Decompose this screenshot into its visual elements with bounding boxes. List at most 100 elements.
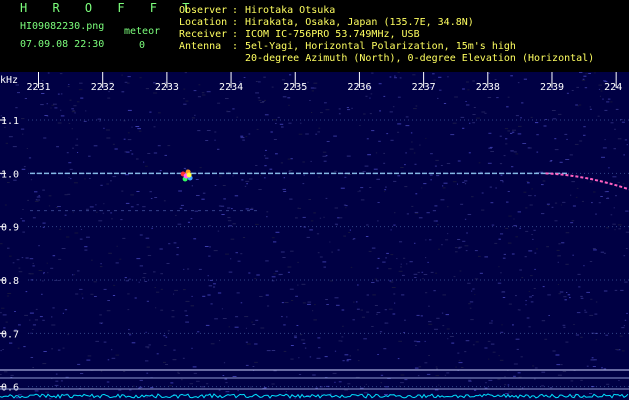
noise-pixel: [578, 104, 582, 106]
noise-pixel: [52, 255, 56, 257]
noise-pixel: [185, 315, 189, 317]
noise-pixel: [214, 139, 216, 141]
noise-pixel: [454, 96, 458, 98]
noise-pixel: [34, 191, 38, 193]
noise-pixel: [498, 266, 500, 268]
noise-pixel: [209, 246, 211, 248]
noise-pixel: [86, 208, 89, 210]
noise-pixel: [541, 320, 546, 322]
noise-pixel: [144, 281, 148, 282]
noise-pixel: [625, 248, 628, 249]
noise-pixel: [488, 379, 493, 381]
noise-pixel: [390, 281, 394, 283]
noise-pixel: [542, 286, 545, 288]
noise-pixel: [206, 91, 211, 93]
noise-pixel: [282, 96, 287, 98]
noise-pixel: [307, 301, 312, 303]
noise-pixel: [12, 262, 15, 264]
noise-pixel: [356, 308, 360, 310]
noise-pixel: [190, 305, 194, 307]
noise-pixel: [266, 350, 271, 352]
noise-pixel: [615, 195, 617, 197]
noise-pixel: [95, 340, 99, 342]
noise-pixel: [57, 122, 62, 124]
noise-pixel: [42, 189, 45, 191]
noise-pixel: [547, 205, 550, 206]
noise-pixel: [386, 252, 389, 254]
noise-pixel: [225, 98, 229, 99]
noise-pixel: [519, 227, 521, 229]
noise-pixel: [484, 387, 488, 389]
noise-pixel: [24, 314, 28, 316]
noise-pixel: [435, 159, 439, 161]
noise-pixel: [432, 210, 436, 212]
noise-pixel: [573, 324, 575, 325]
noise-pixel: [114, 148, 118, 150]
noise-pixel: [402, 274, 405, 276]
noise-pixel: [462, 240, 466, 242]
noise-pixel: [586, 291, 590, 293]
noise-pixel: [291, 300, 294, 301]
noise-pixel: [40, 104, 44, 106]
noise-pixel: [228, 326, 230, 328]
noise-pixel: [600, 251, 604, 253]
noise-pixel: [242, 237, 246, 238]
noise-pixel: [617, 181, 620, 183]
noise-pixel: [365, 236, 369, 237]
noise-pixel: [390, 254, 394, 256]
noise-pixel: [123, 138, 126, 140]
noise-pixel: [570, 222, 574, 224]
noise-pixel: [254, 361, 258, 363]
noise-pixel: [572, 254, 574, 256]
noise-pixel: [558, 293, 561, 295]
noise-pixel: [464, 245, 469, 247]
noise-pixel: [378, 140, 381, 142]
noise-pixel: [417, 375, 420, 377]
noise-pixel: [530, 301, 534, 303]
noise-pixel: [389, 76, 392, 78]
noise-pixel: [590, 359, 595, 361]
noise-pixel: [48, 195, 52, 197]
noise-pixel: [384, 322, 389, 324]
noise-pixel: [81, 293, 83, 295]
noise-pixel: [513, 225, 517, 227]
noise-pixel: [554, 149, 559, 151]
noise-pixel: [366, 224, 369, 226]
noise-pixel: [351, 107, 353, 109]
noise-pixel: [230, 258, 232, 260]
noise-pixel: [111, 218, 113, 220]
noise-pixel: [527, 182, 530, 184]
noise-pixel: [512, 129, 516, 131]
noise-pixel: [18, 324, 21, 326]
noise-pixel: [604, 109, 608, 111]
noise-pixel: [449, 336, 454, 337]
noise-pixel: [243, 77, 246, 78]
noise-pixel: [287, 97, 291, 99]
noise-pixel: [184, 310, 187, 312]
noise-pixel: [242, 139, 245, 141]
noise-pixel: [32, 265, 35, 267]
noise-pixel: [452, 181, 457, 183]
noise-pixel: [283, 191, 287, 192]
noise-pixel: [131, 342, 136, 344]
noise-pixel: [506, 106, 509, 108]
noise-pixel: [121, 91, 125, 93]
noise-pixel: [579, 72, 583, 73]
noise-pixel: [400, 167, 404, 168]
noise-pixel: [265, 260, 269, 262]
noise-pixel: [286, 316, 288, 318]
noise-pixel: [183, 268, 185, 270]
noise-pixel: [5, 142, 8, 144]
noise-pixel: [271, 383, 275, 385]
noise-pixel: [67, 334, 70, 336]
noise-pixel: [72, 211, 74, 213]
noise-pixel: [106, 310, 111, 312]
noise-pixel: [154, 287, 156, 288]
noise-pixel: [417, 271, 420, 273]
noise-pixel: [384, 394, 388, 395]
noise-pixel: [258, 189, 262, 190]
noise-pixel: [613, 148, 616, 150]
noise-pixel: [166, 263, 170, 264]
noise-pixel: [531, 188, 533, 190]
noise-pixel: [145, 88, 149, 90]
